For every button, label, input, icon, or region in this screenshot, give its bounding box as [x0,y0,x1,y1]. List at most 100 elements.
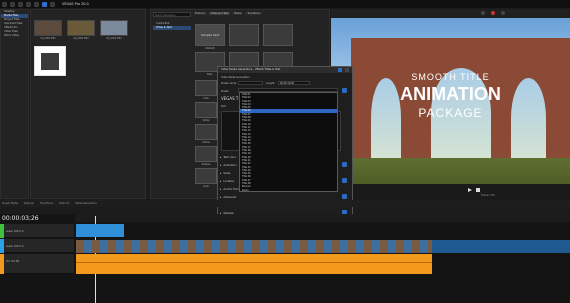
panel-tab-bar: Project Media Explorer Transitions Video… [0,200,570,207]
tab-titles[interactable]: Titles and Text [208,12,231,15]
timecode: 00:00:03;26 [2,215,39,222]
new-project-button[interactable] [2,1,7,7]
play-icon[interactable] [468,188,472,192]
video-clip[interactable] [76,240,432,253]
dialog-header: Video Media Generators [221,76,250,79]
preset-dropdown-label: Preset [221,90,229,93]
tile-label: Stroke [202,119,210,122]
tile-label: Shadow [201,163,211,166]
track-color-bar [0,224,4,238]
window-title: VEGAS Pro 20.0 [62,2,89,6]
category-item[interactable]: Titles & Text [153,26,191,30]
frame-readout: Frame: 135 [481,194,495,197]
track-header[interactable]: Level: 100.0 % [0,239,74,253]
audio-waveform [76,262,432,263]
preview-title-line2: ANIMATION [400,84,501,104]
preset-field[interactable] [238,81,263,85]
save-button[interactable] [18,1,23,7]
length-field[interactable]: 00:00:10;00 [278,81,310,85]
track-level: Level: 100.0 % [6,245,24,248]
preview-title-line1: SMOOTH TITLE [411,72,490,82]
main-toolbar: VEGAS Pro 20.0 [0,0,570,8]
redo-button[interactable] [34,1,39,7]
media-thumbnail[interactable] [34,20,62,36]
open-button[interactable] [10,1,15,7]
search-placeholder: Search Generators [155,14,176,17]
text-label: Text [221,105,226,108]
save-preset-button[interactable] [342,88,347,93]
media-bin: DJI_0001.MP4 DJI_0002.MP4 DJI_0003.MP4 [30,9,146,199]
tab-explorer-bottom[interactable]: Explorer [24,202,34,205]
section-label: Location [223,179,235,183]
tile-label: Glow [203,185,209,188]
track-header[interactable]: Level: 100.0 % [0,224,74,238]
keyframe-button[interactable] [342,178,347,183]
media-thumbnail[interactable] [67,20,95,36]
undo-button[interactable] [26,1,31,7]
generator-tabs: Explorer Titles and Text Media Transitio… [193,12,328,15]
section-label: Text color [223,155,236,159]
track-volume: Vol: 0.0 dB [6,260,19,263]
section-label: Anchor Point [223,187,240,191]
dialog-title: Video Media Generators - VEGAS Titles & … [218,67,352,73]
generator-categories: Credit Roll Titles & Text [153,22,191,30]
media-thumbnail[interactable] [100,20,128,36]
thumbnail-label: DJI_0003.MP4 [106,37,122,40]
record-icon [491,11,495,15]
generator-preset-tile[interactable] [263,24,293,46]
video-preview[interactable]: SMOOTH TITLE ANIMATION PACKAGE [331,18,570,184]
preset-dropdown-list: Title 01 Title 02 Title 03 Title 04 Title 05… [239,92,338,192]
tab-media[interactable]: Media [232,12,244,15]
track-level: Level: 100.0 % [6,230,24,233]
tab-video-fx[interactable]: Video FX [59,202,69,205]
stop-icon[interactable] [476,188,480,192]
generator-preset-tile[interactable] [195,102,217,118]
preset-text-preview: VEGAS T [221,96,239,101]
section-label: Animation [223,163,237,167]
generator-preset-tile[interactable] [195,146,217,162]
audio-clip[interactable] [76,254,432,274]
split-screen-button[interactable] [501,11,505,15]
selected-thumbnail[interactable] [34,46,66,76]
tab-project-media[interactable]: Project Media [2,202,18,205]
timeline: 00:00:03;26 Level: 100.0 % Level: 100.0 … [0,214,570,303]
properties-button[interactable] [50,1,55,7]
generator-preset-tile[interactable] [195,168,217,184]
length-label: Length: [266,82,276,85]
tab-media-generators[interactable]: Media Generators [75,202,96,205]
tile-label: Outline [202,141,210,144]
title-clip[interactable] [76,224,124,237]
generator-preset-tile[interactable] [229,24,259,46]
preview-controls: Frame: 135 [331,184,570,199]
time-ruler[interactable] [75,214,570,222]
cut-button[interactable] [42,1,47,7]
preset-label: Preset name: [221,82,237,85]
search-input[interactable]: Search Generators [153,12,191,17]
keyframe-button[interactable] [342,194,347,199]
dialog-help-button[interactable] [338,68,342,72]
explorer-tree: Desktop Media Files Project Files Import… [0,9,29,199]
tile-label: (Default) [205,47,215,50]
tab-transitions[interactable]: Transitions [245,12,263,15]
section-label: Advanced [223,195,237,199]
tree-item[interactable]: Stock Video [1,34,28,38]
tab-explorer[interactable]: Explorer [193,12,207,15]
thumbnail-label: DJI_0001.MP4 [40,37,56,40]
tile-label: Fade [203,97,209,100]
generator-preset-tile[interactable]: Sample Text [195,24,225,46]
preview-title-line3: PACKAGE [418,106,483,120]
tile-text: Sample Text [200,33,220,37]
close-icon[interactable] [345,68,349,72]
generator-preset-tile[interactable] [195,124,217,140]
track-color-bar [0,239,4,253]
generator-preset-tile[interactable] [195,80,217,96]
thumbnail-label: DJI_0002.MP4 [73,37,89,40]
preview-toolbar [331,9,570,18]
track-color-bar [0,254,4,274]
keyframe-button[interactable] [342,162,347,167]
preview-quality-button[interactable] [481,11,485,15]
section-label: Scale [223,171,231,175]
tab-transitions-bottom[interactable]: Transitions [40,202,53,205]
video-track-empty [432,240,570,253]
track-header[interactable]: Vol: 0.0 dB [0,254,74,274]
